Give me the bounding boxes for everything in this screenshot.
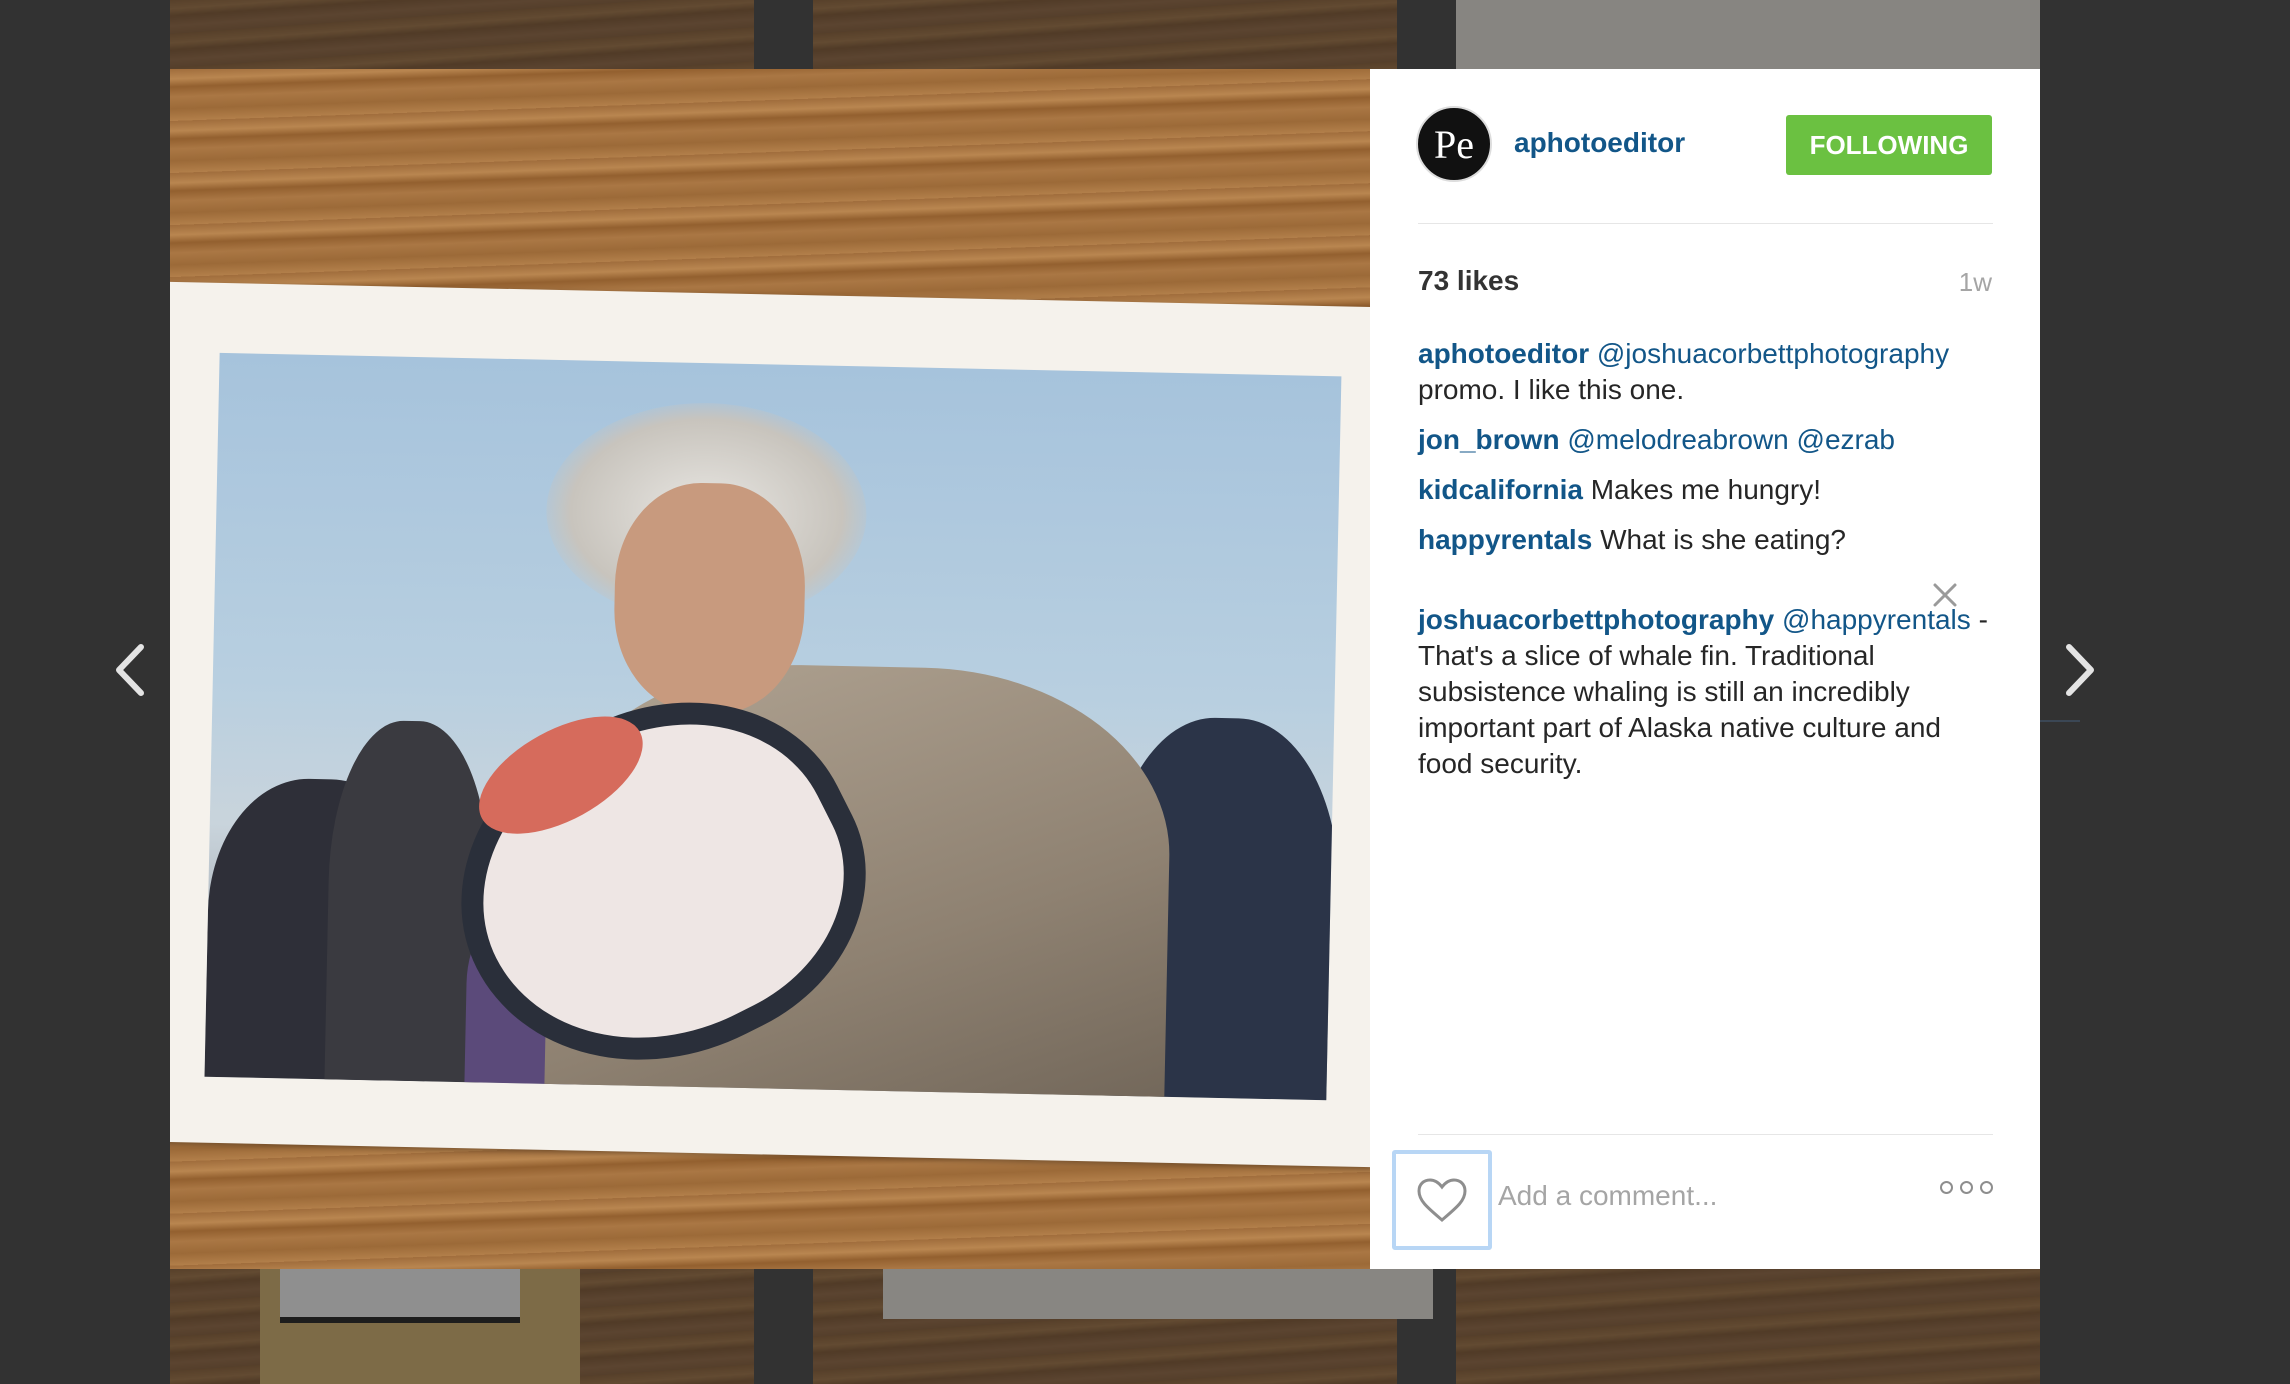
post-sidebar: Pe aphotoeditor FOLLOWING 73 likes 1w ap… [1370, 69, 2040, 1269]
chevron-right-icon [2066, 644, 2094, 696]
post-timestamp[interactable]: 1w [1959, 267, 1992, 298]
header-divider [1418, 223, 1993, 224]
comment-item: happyrentals What is she eating? [1418, 522, 1993, 558]
delete-comment-button[interactable] [1932, 575, 1958, 615]
post-photo[interactable] [170, 69, 1370, 1269]
comment-username[interactable]: jon_brown [1418, 424, 1560, 455]
more-options-icon [1940, 1181, 1953, 1194]
comment-text: What is she eating? [1600, 524, 1846, 555]
post-modal: Pe aphotoeditor FOLLOWING 73 likes 1w ap… [170, 69, 2040, 1269]
comment-item: aphotoeditor @joshuacorbettphotography p… [1418, 336, 1993, 408]
like-button[interactable] [1392, 1150, 1492, 1250]
comment-username[interactable]: kidcalifornia [1418, 474, 1583, 505]
comment-text: promo. I like this one. [1418, 374, 1685, 405]
comment-mention[interactable]: @melodreabrown @ezrab [1567, 424, 1895, 455]
comment-text: Makes me hungry! [1590, 474, 1822, 505]
comment-mention[interactable]: @joshuacorbettphotography [1597, 338, 1949, 369]
comment-item: joshuacorbettphotography @happyrentals -… [1418, 602, 1993, 782]
comment-username[interactable]: aphotoeditor [1418, 338, 1589, 369]
comment-item: kidcalifornia Makes me hungry! [1418, 472, 1993, 508]
chevron-left-icon [116, 644, 144, 696]
close-icon [1933, 583, 1957, 607]
add-comment-input[interactable] [1496, 1179, 1920, 1213]
comment-username[interactable]: joshuacorbettphotography [1418, 604, 1774, 635]
post-owner-username[interactable]: aphotoeditor [1514, 127, 1685, 159]
more-options-icon [1980, 1181, 1993, 1194]
more-options-button[interactable] [1940, 1181, 1993, 1194]
photo-print [170, 280, 1370, 1168]
footer-divider [1418, 1134, 1993, 1135]
previous-post-button[interactable] [106, 640, 154, 700]
comment-item: jon_brown @melodreabrown @ezrab [1418, 422, 1993, 458]
more-options-icon [1960, 1181, 1973, 1194]
comment-username[interactable]: happyrentals [1418, 524, 1592, 555]
following-button[interactable]: FOLLOWING [1786, 115, 1992, 175]
likes-count[interactable]: 73 likes [1418, 265, 1519, 297]
photo-print-image [204, 352, 1342, 1101]
next-post-button[interactable] [2056, 640, 2104, 700]
heart-icon [1417, 1178, 1467, 1222]
avatar[interactable]: Pe [1416, 106, 1492, 182]
comments-list: aphotoeditor @joshuacorbettphotography p… [1418, 336, 1993, 796]
